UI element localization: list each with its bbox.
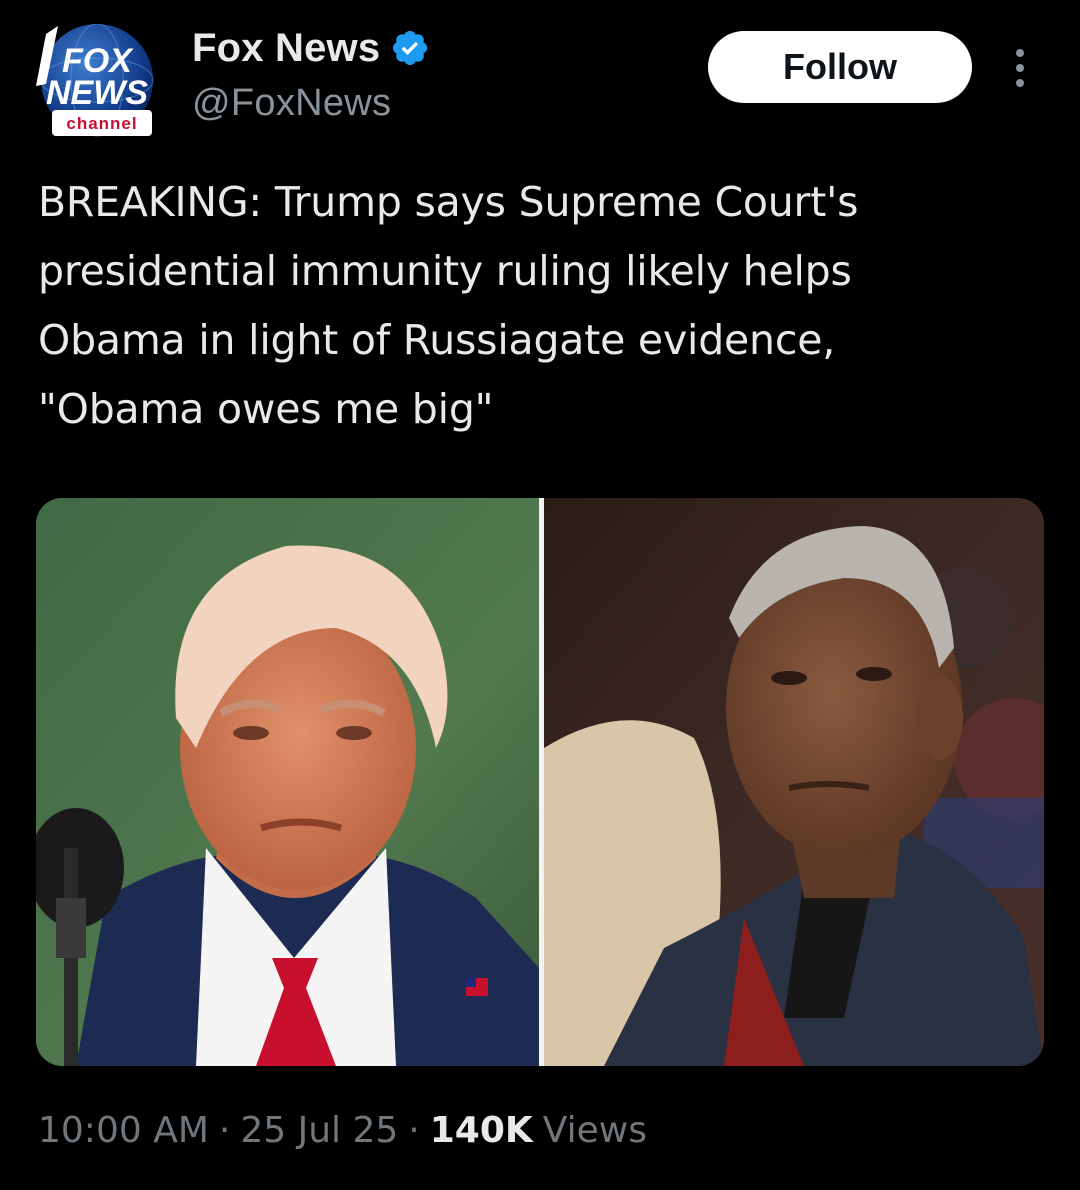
tweet-meta: 10:00 AM · 25 Jul 25 · 140K Views	[38, 1110, 647, 1151]
views-label[interactable]: Views	[543, 1110, 647, 1151]
tweet-text: BREAKING: Trump says Supreme Court's pre…	[38, 178, 859, 433]
logo-channel-text: channel	[66, 114, 137, 133]
tweet-date[interactable]: 25 Jul 25	[240, 1110, 398, 1151]
author-info: Fox News @FoxNews	[192, 24, 430, 125]
follow-button[interactable]: Follow	[708, 31, 972, 103]
more-vertical-icon	[1016, 49, 1024, 57]
media-photo-obama[interactable]	[544, 498, 1044, 1066]
verified-badge-icon	[393, 30, 428, 66]
tweet-media[interactable]	[36, 498, 1044, 1066]
obama-photo-illustration	[544, 498, 1044, 1066]
fox-news-logo: FOX NEWS channel	[36, 23, 154, 137]
meta-separator: ·	[408, 1110, 420, 1151]
trump-photo-illustration	[36, 498, 539, 1066]
more-vertical-icon-dot	[1016, 64, 1024, 72]
more-options-button[interactable]	[1002, 40, 1038, 96]
media-photo-trump[interactable]	[36, 498, 539, 1066]
views-count[interactable]: 140K	[430, 1110, 533, 1151]
logo-news-text: NEWS	[46, 74, 148, 112]
author-avatar[interactable]: FOX NEWS channel	[36, 23, 158, 140]
tweet-time[interactable]: 10:00 AM	[38, 1110, 209, 1151]
more-vertical-icon-dot	[1016, 79, 1024, 87]
display-name-row: Fox News	[192, 24, 430, 72]
author-display-name[interactable]: Fox News	[192, 26, 380, 71]
meta-separator: ·	[218, 1110, 231, 1151]
tweet-card: FOX NEWS channel Fox News @FoxNews Follo…	[0, 0, 1080, 1190]
author-handle[interactable]: @FoxNews	[192, 82, 430, 125]
